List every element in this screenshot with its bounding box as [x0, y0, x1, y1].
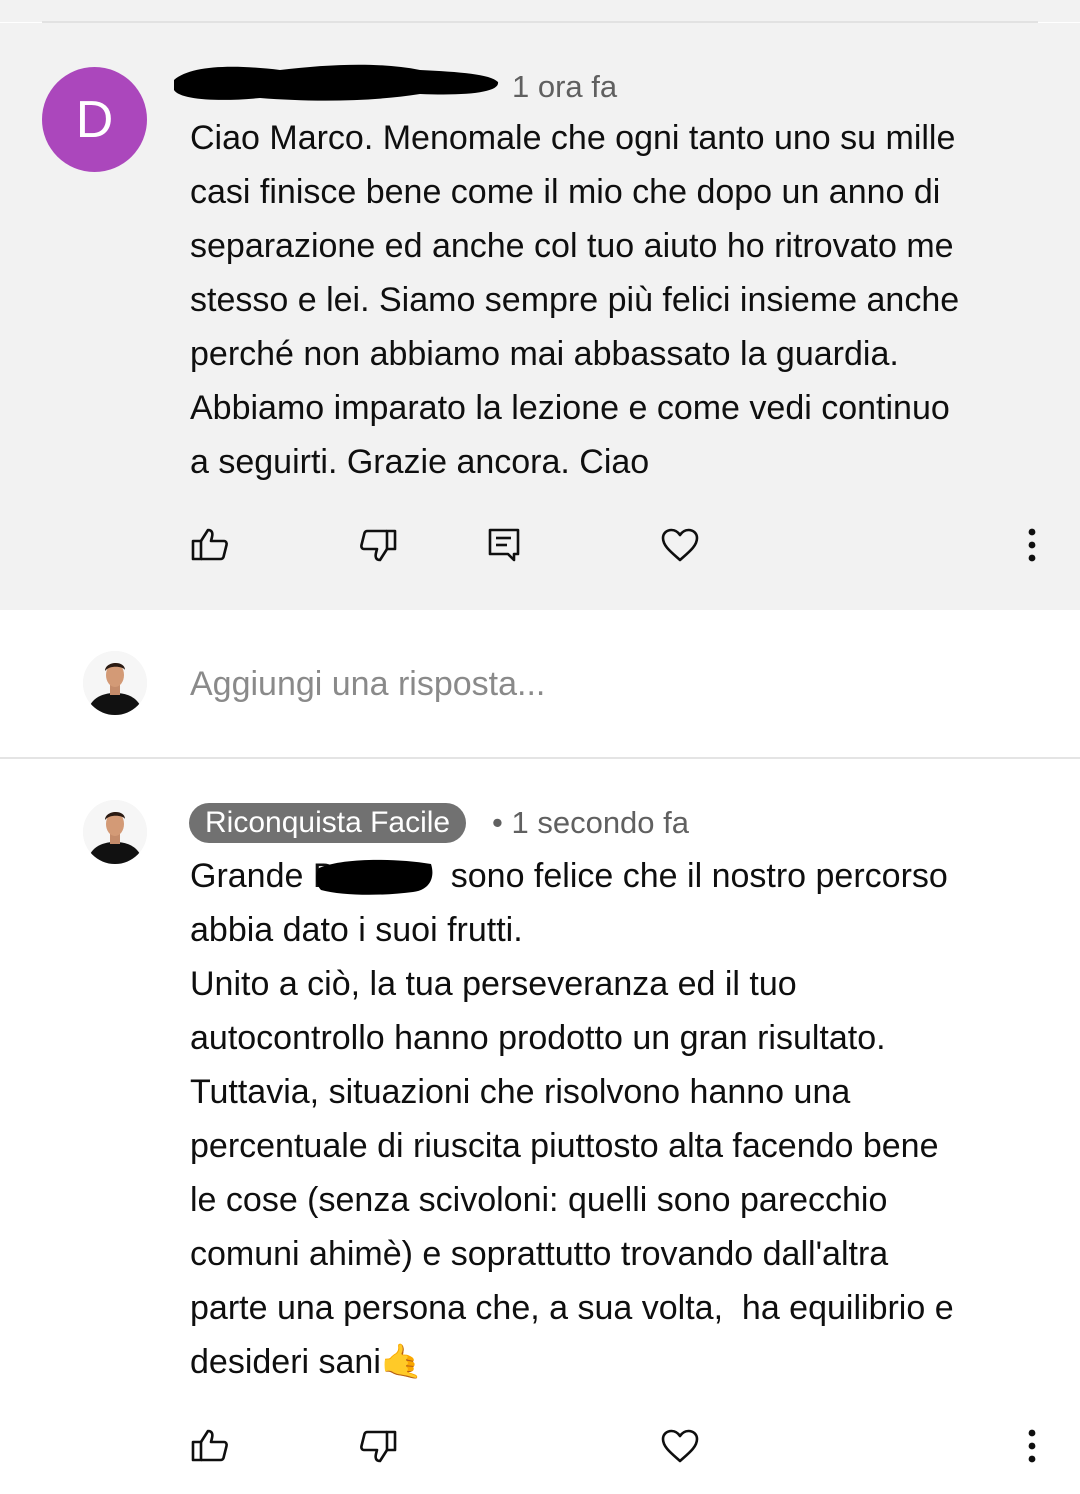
like-icon	[191, 1429, 228, 1462]
heart-icon	[661, 1429, 699, 1463]
more-options-button[interactable]	[1004, 1418, 1060, 1474]
like-button[interactable]	[182, 1418, 238, 1474]
reply-meta: • 1 secondo fa	[492, 803, 689, 843]
reply-input-row: Aggiungi una risposta...	[0, 610, 1080, 758]
dislike-button[interactable]	[350, 517, 406, 573]
dislike-icon	[360, 529, 397, 562]
meta-separator: •	[492, 805, 503, 840]
reply-input[interactable]: Aggiungi una risposta...	[190, 662, 545, 706]
more-icon	[1028, 1429, 1036, 1463]
reply-time: 1 secondo fa	[511, 805, 690, 840]
user-avatar-image	[83, 651, 147, 715]
reply-actions	[0, 1418, 1080, 1478]
heart-icon	[661, 528, 699, 562]
section-divider	[0, 757, 1080, 759]
top-spacer	[0, 0, 1080, 22]
comment-body: Ciao Marco. Menomale che ogni tanto uno …	[190, 119, 960, 481]
heart-button[interactable]	[652, 1418, 708, 1474]
more-options-button[interactable]	[1004, 517, 1060, 573]
user-avatar[interactable]	[83, 651, 147, 715]
dislike-icon	[360, 1430, 397, 1463]
like-button[interactable]	[182, 517, 238, 573]
heart-button[interactable]	[652, 517, 708, 573]
channel-avatar[interactable]	[83, 800, 147, 864]
more-icon	[1028, 528, 1036, 562]
reply-icon	[488, 528, 520, 562]
channel-avatar-image	[83, 800, 147, 864]
like-icon	[191, 528, 228, 561]
comment-actions	[0, 517, 1080, 577]
dislike-button[interactable]	[350, 1418, 406, 1474]
channel-name-badge[interactable]: Riconquista Facile	[189, 803, 467, 843]
redacted-author-name	[174, 64, 499, 101]
avatar-letter: D	[75, 90, 114, 149]
avatar[interactable]: D	[42, 67, 147, 172]
reply-body: Grande D sono felice che il nostro perco…	[190, 857, 954, 1381]
comment-time: 1 ora fa	[512, 69, 618, 104]
redacted-name	[316, 859, 433, 895]
reply-button[interactable]	[476, 517, 532, 573]
